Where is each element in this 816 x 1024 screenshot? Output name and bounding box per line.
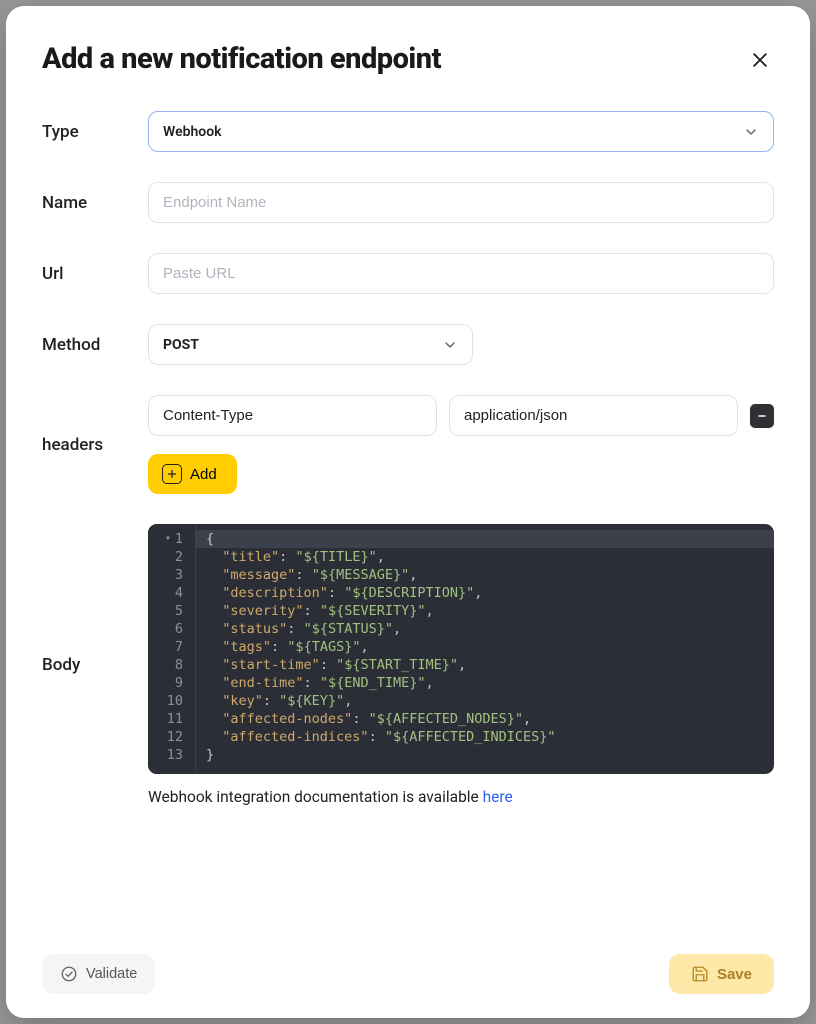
code-editor-body[interactable]: ▾12345678910111213 { "title": "${TITLE}"… xyxy=(148,524,774,774)
row-method: Method POST xyxy=(42,324,774,365)
row-url: Url xyxy=(42,253,774,294)
header-item xyxy=(148,395,774,436)
modal-header: Add a new notification endpoint xyxy=(42,42,774,77)
row-body: Body ▾12345678910111213 { "title": "${TI… xyxy=(42,524,774,806)
input-name[interactable] xyxy=(148,182,774,223)
doc-note: Webhook integration documentation is ava… xyxy=(148,788,774,806)
label-name: Name xyxy=(42,193,140,213)
select-type[interactable]: Webhook xyxy=(148,111,774,152)
close-button[interactable] xyxy=(746,46,774,77)
save-label: Save xyxy=(717,966,752,983)
label-url: Url xyxy=(42,264,140,284)
select-method[interactable]: POST xyxy=(148,324,473,365)
label-type: Type xyxy=(42,122,140,142)
plus-icon xyxy=(162,464,182,484)
form-body: Type Webhook Name Url Method POST header… xyxy=(42,111,774,938)
input-header-key[interactable] xyxy=(148,395,437,436)
code-gutter: ▾12345678910111213 xyxy=(148,524,196,774)
doc-link[interactable]: here xyxy=(483,788,513,806)
add-header-label: Add xyxy=(190,466,217,483)
row-headers: headers Add xyxy=(42,395,774,494)
select-type-value: Webhook xyxy=(163,124,222,140)
code-content[interactable]: { "title": "${TITLE}", "message": "${MES… xyxy=(196,524,774,774)
label-body: Body xyxy=(42,655,140,675)
validate-button[interactable]: Validate xyxy=(42,954,155,994)
select-method-value: POST xyxy=(163,337,199,353)
dialog-add-notification-endpoint: Add a new notification endpoint Type Web… xyxy=(6,6,810,1018)
label-method: Method xyxy=(42,335,140,355)
add-header-button[interactable]: Add xyxy=(148,454,237,494)
validate-label: Validate xyxy=(86,966,137,982)
save-icon xyxy=(691,965,709,983)
input-url[interactable] xyxy=(148,253,774,294)
doc-note-text: Webhook integration documentation is ava… xyxy=(148,788,483,806)
minus-icon xyxy=(756,410,768,422)
label-headers: headers xyxy=(42,435,140,455)
input-header-value[interactable] xyxy=(449,395,738,436)
remove-header-button[interactable] xyxy=(750,404,774,428)
check-circle-icon xyxy=(60,965,78,983)
chevron-down-icon xyxy=(442,337,458,353)
row-name: Name xyxy=(42,182,774,223)
save-button[interactable]: Save xyxy=(669,954,774,994)
row-type: Type Webhook xyxy=(42,111,774,152)
dialog-title: Add a new notification endpoint xyxy=(42,42,441,76)
close-icon xyxy=(750,50,770,70)
chevron-down-icon xyxy=(743,124,759,140)
modal-footer: Validate Save xyxy=(42,954,774,994)
